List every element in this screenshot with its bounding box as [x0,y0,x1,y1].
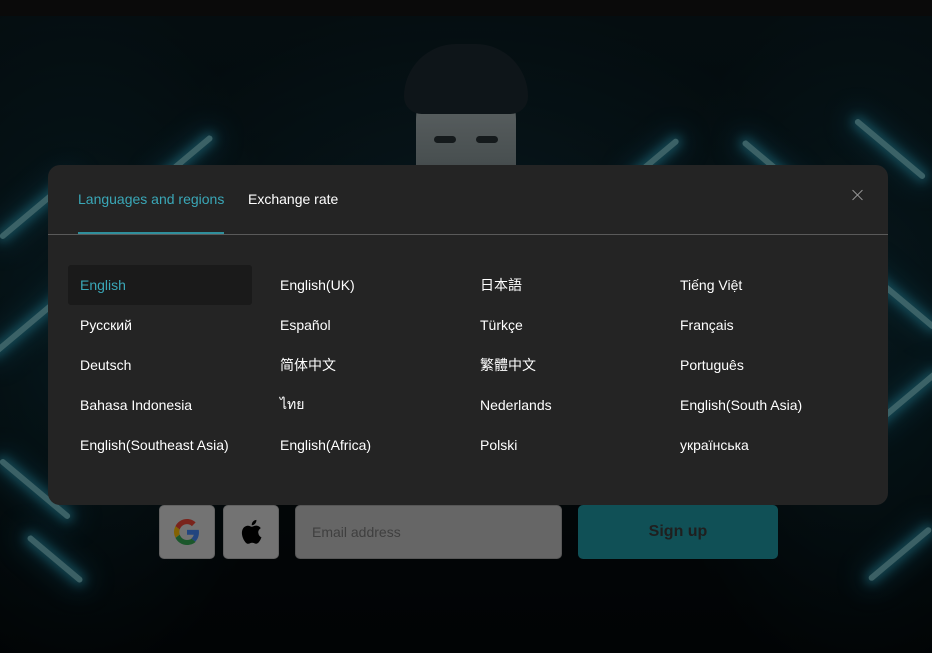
language-option[interactable]: English(Africa) [268,425,452,465]
language-option[interactable]: Polski [468,425,652,465]
language-option[interactable]: Türkçe [468,305,652,345]
tab-exchange-rate[interactable]: Exchange rate [248,191,338,207]
close-icon[interactable] [850,187,866,203]
language-option[interactable]: Français [668,305,852,345]
language-option[interactable]: Deutsch [68,345,252,385]
language-option[interactable]: Nederlands [468,385,652,425]
language-option[interactable]: українська [668,425,852,465]
tab-languages-and-regions[interactable]: Languages and regions [78,191,224,207]
language-option[interactable]: Español [268,305,452,345]
language-option[interactable]: Tiếng Việt [668,265,852,305]
language-option[interactable]: 繁體中文 [468,345,652,385]
language-region-modal: Languages and regions Exchange rate Engl… [48,165,888,505]
tab-divider [48,234,888,235]
language-option[interactable]: English(South Asia) [668,385,852,425]
language-option[interactable]: ไทย [268,385,452,425]
language-option[interactable]: English(UK) [268,265,452,305]
language-option[interactable]: English(Southeast Asia) [68,425,252,465]
language-option[interactable]: Русский [68,305,252,345]
language-option[interactable]: Português [668,345,852,385]
language-option[interactable]: Bahasa Indonesia [68,385,252,425]
language-list: English English(UK) 日本語 Tiếng Việt Русск… [68,265,868,465]
language-option[interactable]: 日本語 [468,265,652,305]
language-option[interactable]: 简体中文 [268,345,452,385]
language-option-selected[interactable]: English [68,265,252,305]
